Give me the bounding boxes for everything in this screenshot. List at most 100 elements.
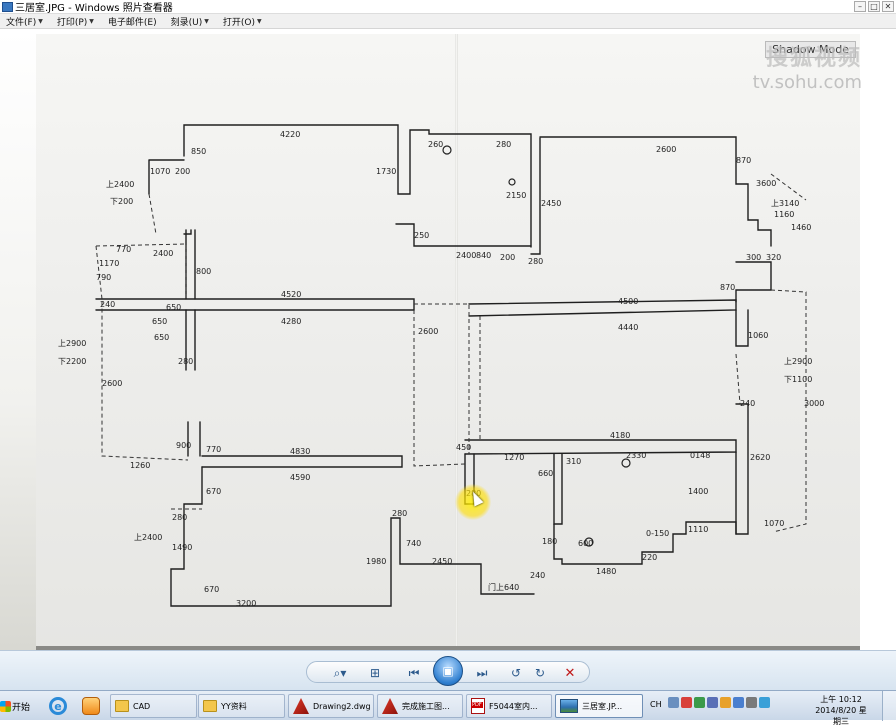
- slideshow-button[interactable]: ▣: [433, 656, 463, 686]
- media-player-button[interactable]: [80, 695, 102, 717]
- dim-label: 4830: [290, 447, 310, 456]
- dim-label: 2450: [432, 557, 452, 566]
- chevron-down-icon: ▼: [256, 17, 262, 25]
- dim-label: 上3140: [771, 199, 799, 208]
- taskbar-item-f5044-pdf[interactable]: F5044室内...: [466, 694, 552, 718]
- start-button[interactable]: 开始: [0, 695, 34, 717]
- rotate-right-button[interactable]: ↻: [531, 664, 549, 682]
- rotate-cw-icon: ↻: [534, 666, 546, 680]
- menu-email-label: 电子邮件(E): [107, 17, 157, 28]
- close-button[interactable]: ✕: [882, 1, 894, 12]
- wall-line: [201, 455, 403, 468]
- dim-label: 310: [566, 457, 581, 466]
- rotate-left-button[interactable]: ↺: [507, 664, 525, 682]
- dim-label: 1160: [774, 210, 794, 219]
- dim-label: 2330: [626, 451, 646, 460]
- menu-burn[interactable]: 刻录(U) ▼: [171, 15, 209, 28]
- window-title: 三居室.JPG - Windows 照片查看器: [15, 3, 173, 14]
- tray-icon[interactable]: [746, 697, 757, 708]
- tray-icon[interactable]: [681, 697, 692, 708]
- dim-label: 800: [196, 267, 211, 276]
- wall-line: [183, 124, 532, 248]
- taskbar-item-cad[interactable]: CAD: [110, 694, 197, 718]
- dim-label: 650: [166, 303, 181, 312]
- dim-label: 650: [152, 317, 167, 326]
- taskbar-item-construction-drawing[interactable]: 完成施工图...: [377, 694, 463, 718]
- photo-viewer-app-icon: [2, 1, 13, 12]
- sohu-watermark: Shadow Mode 搜狐视频 tv.sohu.com: [753, 38, 862, 93]
- dim-label: 0-150: [646, 529, 669, 538]
- folder-icon: [115, 700, 129, 712]
- wall-line: [185, 229, 196, 300]
- menu-file[interactable]: 文件(F) ▼: [6, 15, 43, 28]
- dim-label: 900: [176, 441, 191, 450]
- dashed-boundary: [148, 193, 157, 235]
- dim-label: 280: [496, 140, 511, 149]
- menu-open[interactable]: 打开(O) ▼: [223, 15, 262, 28]
- tray-icon[interactable]: [707, 697, 718, 708]
- tray-icon[interactable]: [720, 697, 731, 708]
- dim-label: 200: [175, 167, 190, 176]
- dim-label: 2600: [656, 145, 676, 154]
- actual-size-button[interactable]: ⊞: [365, 664, 385, 682]
- next-button[interactable]: ⏭: [469, 664, 495, 682]
- next-icon: ⏭: [476, 665, 488, 680]
- menu-print[interactable]: 打印(P) ▼: [57, 15, 94, 28]
- language-indicator[interactable]: CH: [650, 700, 662, 709]
- dim-label: 1070: [764, 519, 784, 528]
- tray-icon[interactable]: [668, 697, 679, 708]
- dim-label: 180: [542, 537, 557, 546]
- wall-line: [148, 159, 185, 195]
- tray-icon[interactable]: [759, 697, 770, 708]
- dim-label: 280: [528, 257, 543, 266]
- wall-line: [735, 309, 749, 347]
- minimize-button[interactable]: –: [854, 1, 866, 12]
- zoom-button[interactable]: ⌕▾: [327, 664, 353, 682]
- show-desktop-button[interactable]: [882, 691, 896, 721]
- dim-label: 3200: [236, 599, 256, 608]
- folder-icon: [203, 700, 217, 712]
- chevron-down-icon: ▼: [89, 17, 94, 25]
- dim-label: 2400: [456, 251, 476, 260]
- maximize-button[interactable]: □: [868, 1, 880, 12]
- internet-explorer-button[interactable]: e: [47, 695, 69, 717]
- dim-label: 660: [538, 469, 553, 478]
- chevron-down-icon: ▼: [204, 17, 209, 25]
- dim-label: 870: [720, 283, 735, 292]
- dim-label: 670: [204, 585, 219, 594]
- dim-label: 740: [406, 539, 421, 548]
- dim-label: 770: [206, 445, 221, 454]
- pdf-icon: [471, 698, 485, 714]
- menu-email[interactable]: 电子邮件(E): [108, 15, 157, 28]
- previous-button[interactable]: ⏮: [401, 664, 427, 682]
- wall-line: [468, 299, 737, 317]
- dim-label: 1110: [688, 525, 708, 534]
- taskbar-item-drawing2[interactable]: Drawing2.dwg: [288, 694, 374, 718]
- dim-label: 670: [206, 487, 221, 496]
- internet-explorer-icon: e: [49, 697, 67, 715]
- dim-label: 4440: [618, 323, 638, 332]
- image-viewer[interactable]: 4220 1730 850 200 1070 上2400 下200 2600 2…: [0, 30, 896, 650]
- clock[interactable]: 上午 10:12 2014/8/20 星期三: [812, 694, 870, 727]
- menu-bar: 文件(F) ▼ 打印(P) ▼ 电子邮件(E) 刻录(U) ▼ 打开(O) ▼: [0, 14, 896, 29]
- dim-label: 870: [736, 156, 751, 165]
- dim-label: 450: [456, 443, 471, 452]
- taskbar-item-label: 三居室.JP...: [582, 701, 623, 711]
- dim-label: 1480: [596, 567, 616, 576]
- taskbar-item-yy[interactable]: YY资料: [198, 694, 285, 718]
- dim-label: 上2400: [106, 180, 134, 189]
- media-player-icon: [82, 697, 100, 715]
- delete-icon: ✕: [564, 665, 576, 681]
- delete-button[interactable]: ✕: [561, 664, 579, 682]
- dim-label: 4500: [618, 297, 638, 306]
- dim-label: 门上640: [488, 582, 519, 592]
- autocad-icon: [382, 698, 398, 714]
- dim-label: 1400: [688, 487, 708, 496]
- dim-label: 1260: [130, 461, 150, 470]
- taskbar-item-label: CAD: [133, 701, 151, 711]
- tray-icon[interactable]: [733, 697, 744, 708]
- actual-size-icon: ⊞: [369, 666, 381, 680]
- wall-line: [553, 453, 563, 525]
- taskbar-item-photo-viewer[interactable]: 三居室.JP...: [555, 694, 643, 718]
- tray-icon[interactable]: [694, 697, 705, 708]
